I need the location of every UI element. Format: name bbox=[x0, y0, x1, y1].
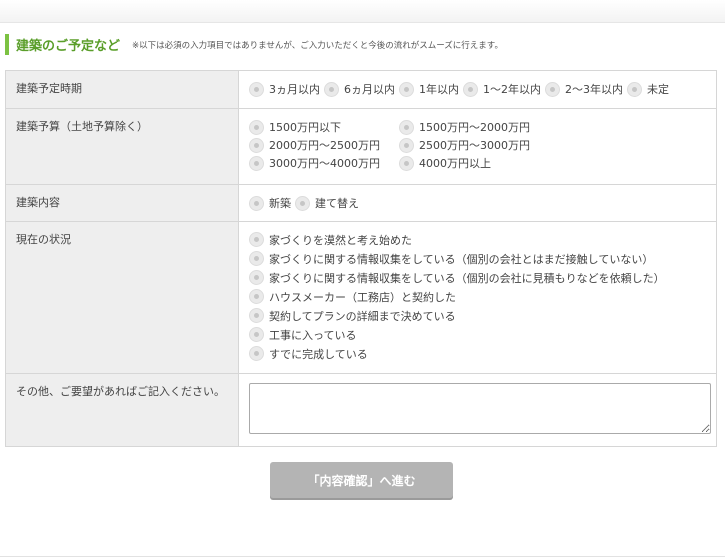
radio-option-schedule-2to3years[interactable]: 2〜3年以内 bbox=[545, 81, 623, 97]
row-budget: 建築予算（土地予算除く） 1500万円以下 1500万円〜2000万円 2000… bbox=[5, 108, 717, 185]
request-textarea[interactable] bbox=[249, 383, 711, 434]
schedule-label: 建築予定時期 bbox=[5, 70, 239, 109]
budget-label: 建築予算（土地予算除く） bbox=[5, 108, 239, 185]
radio-icon[interactable] bbox=[399, 81, 414, 97]
radio-option-status-6[interactable]: 工事に入っている bbox=[249, 325, 704, 344]
radio-option-status-2[interactable]: 家づくりに関する情報収集をしている（個別の会社とはまだ接触していない） bbox=[249, 249, 704, 268]
radio-option-schedule-1to2years[interactable]: 1〜2年以内 bbox=[463, 81, 541, 97]
content-label: 建築内容 bbox=[5, 184, 239, 222]
status-label: 現在の状況 bbox=[5, 221, 239, 374]
radio-icon[interactable] bbox=[399, 155, 414, 171]
radio-icon[interactable] bbox=[249, 308, 264, 323]
radio-option-status-1[interactable]: 家づくりを漠然と考え始めた bbox=[249, 230, 704, 249]
radio-icon[interactable] bbox=[545, 81, 560, 97]
radio-icon[interactable] bbox=[249, 346, 264, 361]
radio-icon[interactable] bbox=[249, 81, 264, 97]
radio-option-status-5[interactable]: 契約してプランの詳細まで決めている bbox=[249, 306, 704, 325]
section-title: 建築のご予定など bbox=[16, 39, 121, 54]
content-options: 新築 建て替え bbox=[238, 184, 717, 222]
radio-icon[interactable] bbox=[249, 327, 264, 342]
status-options: 家づくりを漠然と考え始めた 家づくりに関する情報収集をしている（個別の会社とはま… bbox=[238, 221, 717, 374]
budget-options: 1500万円以下 1500万円〜2000万円 2000万円〜2500万円 250… bbox=[238, 108, 717, 185]
schedule-options: 3ヵ月以内 6ヵ月以内 1年以内 1〜2年以内 2〜3年以内 未定 bbox=[238, 70, 717, 109]
radio-option-schedule-3months[interactable]: 3ヵ月以内 bbox=[249, 81, 320, 97]
footer-divider bbox=[0, 556, 725, 557]
request-label: その他、ご要望があればご記入ください。 bbox=[5, 373, 239, 447]
top-band bbox=[0, 0, 725, 23]
radio-icon[interactable] bbox=[627, 81, 642, 97]
plan-form-table: 建築予定時期 3ヵ月以内 6ヵ月以内 1年以内 1〜2年以内 2〜3年以内 未定… bbox=[5, 70, 717, 447]
radio-option-status-7[interactable]: すでに完成している bbox=[249, 344, 704, 363]
section-note: ※以下は必須の入力項目ではありませんが、ご入力いただくと今後の流れがスムーズに行… bbox=[132, 40, 503, 51]
radio-icon[interactable] bbox=[324, 81, 339, 97]
radio-option-schedule-undecided[interactable]: 未定 bbox=[627, 81, 669, 97]
radio-option-budget-1[interactable]: 1500万円以下 bbox=[249, 119, 395, 135]
radio-option-new-build[interactable]: 新築 bbox=[249, 195, 291, 211]
radio-icon[interactable] bbox=[295, 195, 310, 211]
radio-icon[interactable] bbox=[249, 251, 264, 266]
row-request: その他、ご要望があればご記入ください。 bbox=[5, 373, 717, 447]
radio-icon[interactable] bbox=[249, 155, 264, 171]
row-content: 建築内容 新築 建て替え bbox=[5, 184, 717, 222]
row-status: 現在の状況 家づくりを漠然と考え始めた 家づくりに関する情報収集をしている（個別… bbox=[5, 221, 717, 374]
radio-option-budget-6[interactable]: 4000万円以上 bbox=[399, 155, 555, 171]
radio-icon[interactable] bbox=[249, 289, 264, 304]
row-schedule: 建築予定時期 3ヵ月以内 6ヵ月以内 1年以内 1〜2年以内 2〜3年以内 未定 bbox=[5, 70, 717, 109]
radio-icon[interactable] bbox=[463, 81, 478, 97]
radio-option-budget-2[interactable]: 1500万円〜2000万円 bbox=[399, 119, 555, 135]
radio-option-schedule-1year[interactable]: 1年以内 bbox=[399, 81, 459, 97]
radio-option-budget-4[interactable]: 2500万円〜3000万円 bbox=[399, 137, 555, 153]
radio-icon[interactable] bbox=[249, 270, 264, 285]
radio-icon[interactable] bbox=[249, 232, 264, 247]
radio-icon[interactable] bbox=[399, 119, 414, 135]
section-header: 建築のご予定など ※以下は必須の入力項目ではありませんが、ご入力いただくと今後の… bbox=[5, 34, 503, 55]
radio-icon[interactable] bbox=[249, 137, 264, 153]
radio-option-rebuild[interactable]: 建て替え bbox=[295, 195, 359, 211]
radio-icon[interactable] bbox=[249, 195, 264, 211]
radio-option-schedule-6months[interactable]: 6ヵ月以内 bbox=[324, 81, 395, 97]
request-cell bbox=[238, 373, 717, 447]
radio-option-status-3[interactable]: 家づくりに関する情報収集をしている（個別の会社に見積もりなどを依頼した） bbox=[249, 268, 704, 287]
radio-option-status-4[interactable]: ハウスメーカー（工務店）と契約した bbox=[249, 287, 704, 306]
radio-icon[interactable] bbox=[249, 119, 264, 135]
radio-icon[interactable] bbox=[399, 137, 414, 153]
confirm-button[interactable]: 「内容確認」へ進む bbox=[270, 462, 453, 498]
radio-option-budget-3[interactable]: 2000万円〜2500万円 bbox=[249, 137, 395, 153]
radio-option-budget-5[interactable]: 3000万円〜4000万円 bbox=[249, 155, 395, 171]
